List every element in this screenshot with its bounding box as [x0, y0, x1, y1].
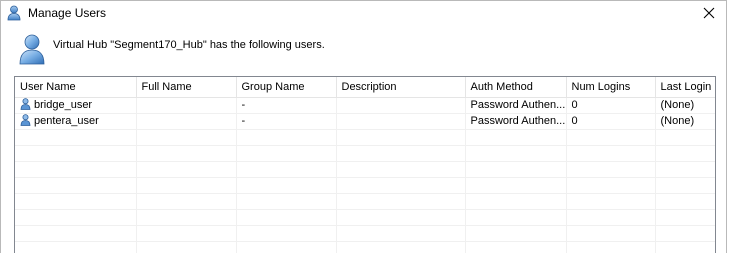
column-header-full-name[interactable]: Full Name	[136, 77, 237, 98]
cell-full-name	[136, 97, 237, 114]
cell-auth-method: Password Authen...	[465, 113, 567, 130]
table-row[interactable]: pentera_user - Password Authen... 0 (Non…	[15, 113, 715, 130]
header-area: Virtual Hub "Segment170_Hub" has the fol…	[1, 27, 726, 75]
column-header-description[interactable]: Description	[336, 77, 466, 98]
column-header-num-logins[interactable]: Num Logins	[566, 77, 656, 98]
user-icon	[6, 5, 22, 21]
cell-description	[336, 97, 466, 114]
cell-full-name	[136, 113, 237, 130]
table-row[interactable]: bridge_user - Password Authen... 0 (None…	[15, 97, 715, 114]
cell-description	[336, 113, 466, 130]
column-header-last-login[interactable]: Last Login	[655, 77, 715, 98]
cell-user-name: bridge_user	[15, 97, 137, 114]
user-icon	[16, 33, 48, 65]
empty-row	[15, 225, 715, 242]
cell-auth-method: Password Authen...	[465, 97, 567, 114]
user-icon	[20, 114, 31, 126]
empty-row	[15, 193, 715, 210]
cell-num-logins: 0	[566, 97, 656, 114]
manage-users-window: Manage Users Virtual Hub "Segment170_Hub…	[0, 0, 727, 253]
cell-group-name: -	[236, 97, 337, 114]
empty-row	[15, 241, 715, 253]
user-name-text: pentera_user	[34, 115, 99, 127]
title-bar: Manage Users	[1, 1, 726, 27]
cell-last-login: (None)	[655, 97, 715, 114]
users-table: User Name Full Name Group Name Descripti…	[15, 77, 715, 253]
empty-row	[15, 177, 715, 194]
close-icon	[703, 7, 715, 22]
user-icon	[20, 98, 31, 110]
window-title: Manage Users	[28, 6, 107, 20]
cell-last-login: (None)	[655, 113, 715, 130]
close-button[interactable]	[692, 1, 726, 27]
cell-group-name: -	[236, 113, 337, 130]
column-header-auth-method[interactable]: Auth Method	[465, 77, 567, 98]
empty-row	[15, 161, 715, 178]
empty-row	[15, 129, 715, 146]
empty-row	[15, 209, 715, 226]
header-message: Virtual Hub "Segment170_Hub" has the fol…	[53, 39, 325, 51]
column-header-user-name[interactable]: User Name	[15, 77, 137, 98]
cell-user-name: pentera_user	[15, 113, 137, 130]
column-header-group-name[interactable]: Group Name	[236, 77, 337, 98]
table-header-row: User Name Full Name Group Name Descripti…	[15, 77, 715, 98]
cell-num-logins: 0	[566, 113, 656, 130]
empty-row	[15, 145, 715, 162]
user-name-text: bridge_user	[34, 99, 93, 111]
users-list[interactable]: User Name Full Name Group Name Descripti…	[14, 76, 716, 253]
